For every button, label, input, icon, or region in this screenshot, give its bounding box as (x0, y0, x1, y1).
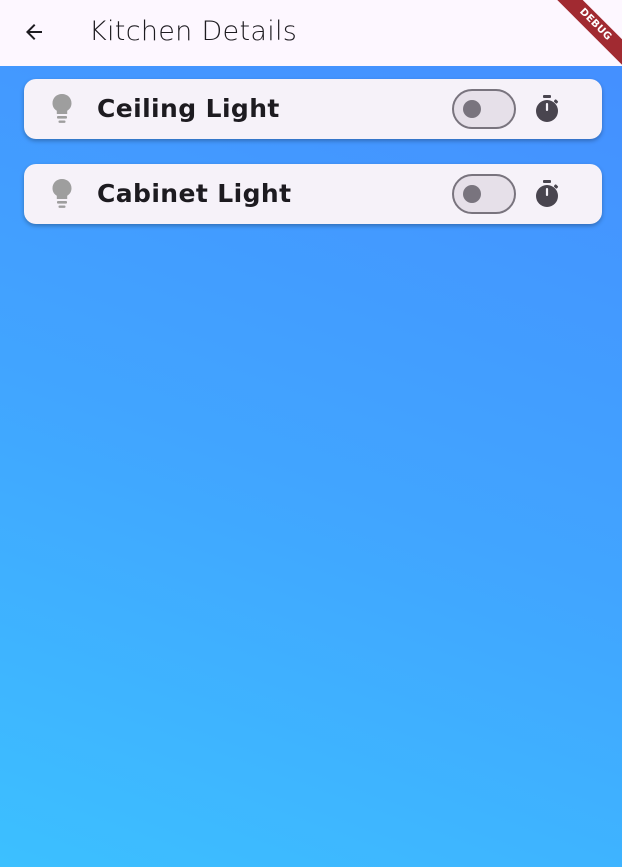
lightbulb-icon (52, 94, 72, 123)
light-card-cabinet: Cabinet Light (24, 164, 602, 224)
app-bar: Kitchen Details (0, 0, 622, 66)
light-label: Cabinet Light (97, 179, 292, 208)
switch-thumb (463, 185, 481, 203)
light-label: Ceiling Light (97, 94, 280, 123)
page-title: Kitchen Details (89, 16, 298, 47)
light-card-ceiling: Ceiling Light (24, 79, 602, 139)
timer-icon[interactable] (534, 94, 560, 124)
light-toggle-switch[interactable] (452, 89, 516, 129)
lightbulb-icon (52, 179, 72, 208)
timer-icon[interactable] (534, 179, 560, 209)
arrow-back-icon (26, 24, 42, 40)
switch-thumb (463, 100, 481, 118)
back-button[interactable] (14, 12, 54, 52)
light-toggle-switch[interactable] (452, 174, 516, 214)
